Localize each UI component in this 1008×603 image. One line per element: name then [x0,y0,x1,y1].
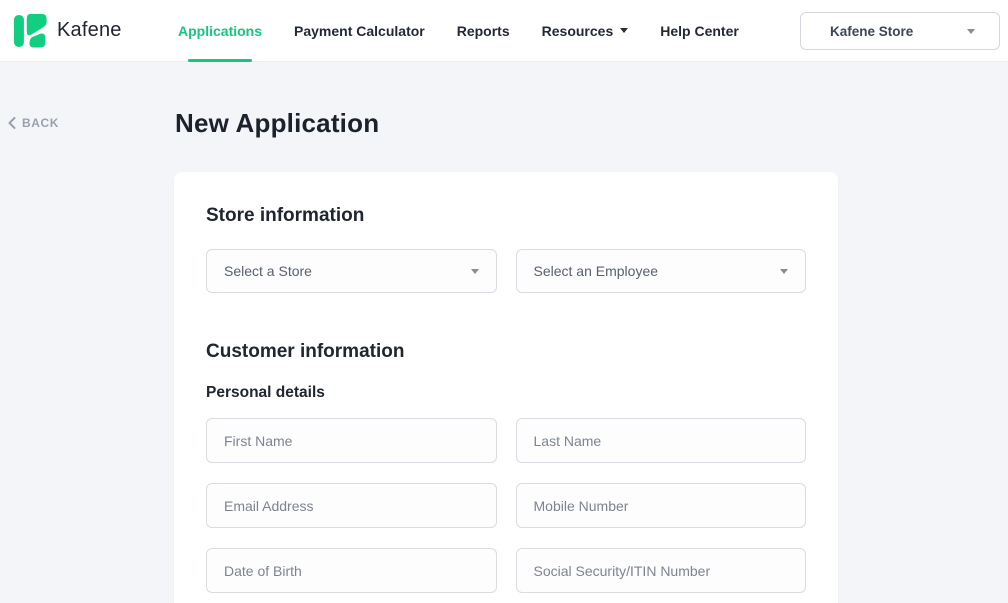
ssn-itin-input[interactable] [516,548,807,593]
back-button[interactable]: BACK [8,116,59,130]
chevron-down-icon [967,29,975,34]
nav-resources[interactable]: Resources [526,0,645,62]
nav-payment-calculator-label: Payment Calculator [294,23,425,39]
nav-applications-label: Applications [178,23,262,39]
kafene-logo-icon [14,12,48,50]
nav-resources-label: Resources [542,23,614,39]
select-employee-value: Select an Employee [534,263,659,279]
store-selector-value: Kafene Store [830,24,913,39]
date-of-birth-input[interactable] [206,548,497,593]
nav-applications[interactable]: Applications [162,0,278,62]
chevron-down-icon [780,269,788,274]
brand-logo[interactable]: Kafene [0,12,150,50]
nav-reports[interactable]: Reports [441,0,526,62]
store-selector-dropdown[interactable]: Kafene Store [800,12,1000,50]
chevron-left-icon [8,117,16,129]
store-selects-row: Select a Store Select an Employee [206,249,806,293]
page-title: New Application [175,108,379,139]
chevron-down-icon [620,28,628,33]
main-nav: Applications Payment Calculator Reports … [162,0,755,62]
nav-help-center[interactable]: Help Center [644,0,755,62]
new-application-card: Store information Select a Store Select … [174,172,838,603]
nav-reports-label: Reports [457,23,510,39]
brand-name: Kafene [57,19,122,42]
first-name-input[interactable] [206,418,497,463]
store-information-heading: Store information [206,205,806,227]
personal-details-fields [206,418,806,593]
nav-payment-calculator[interactable]: Payment Calculator [278,0,441,62]
personal-details-subheading: Personal details [206,384,806,402]
select-store-dropdown[interactable]: Select a Store [206,249,497,293]
last-name-input[interactable] [516,418,807,463]
chevron-down-icon [471,269,479,274]
email-address-input[interactable] [206,483,497,528]
select-store-value: Select a Store [224,263,312,279]
top-navbar: Kafene Applications Payment Calculator R… [0,0,1008,62]
select-employee-dropdown[interactable]: Select an Employee [516,249,807,293]
back-label: BACK [22,116,59,130]
mobile-number-input[interactable] [516,483,807,528]
customer-information-heading: Customer information [206,341,806,363]
nav-help-center-label: Help Center [660,23,739,39]
